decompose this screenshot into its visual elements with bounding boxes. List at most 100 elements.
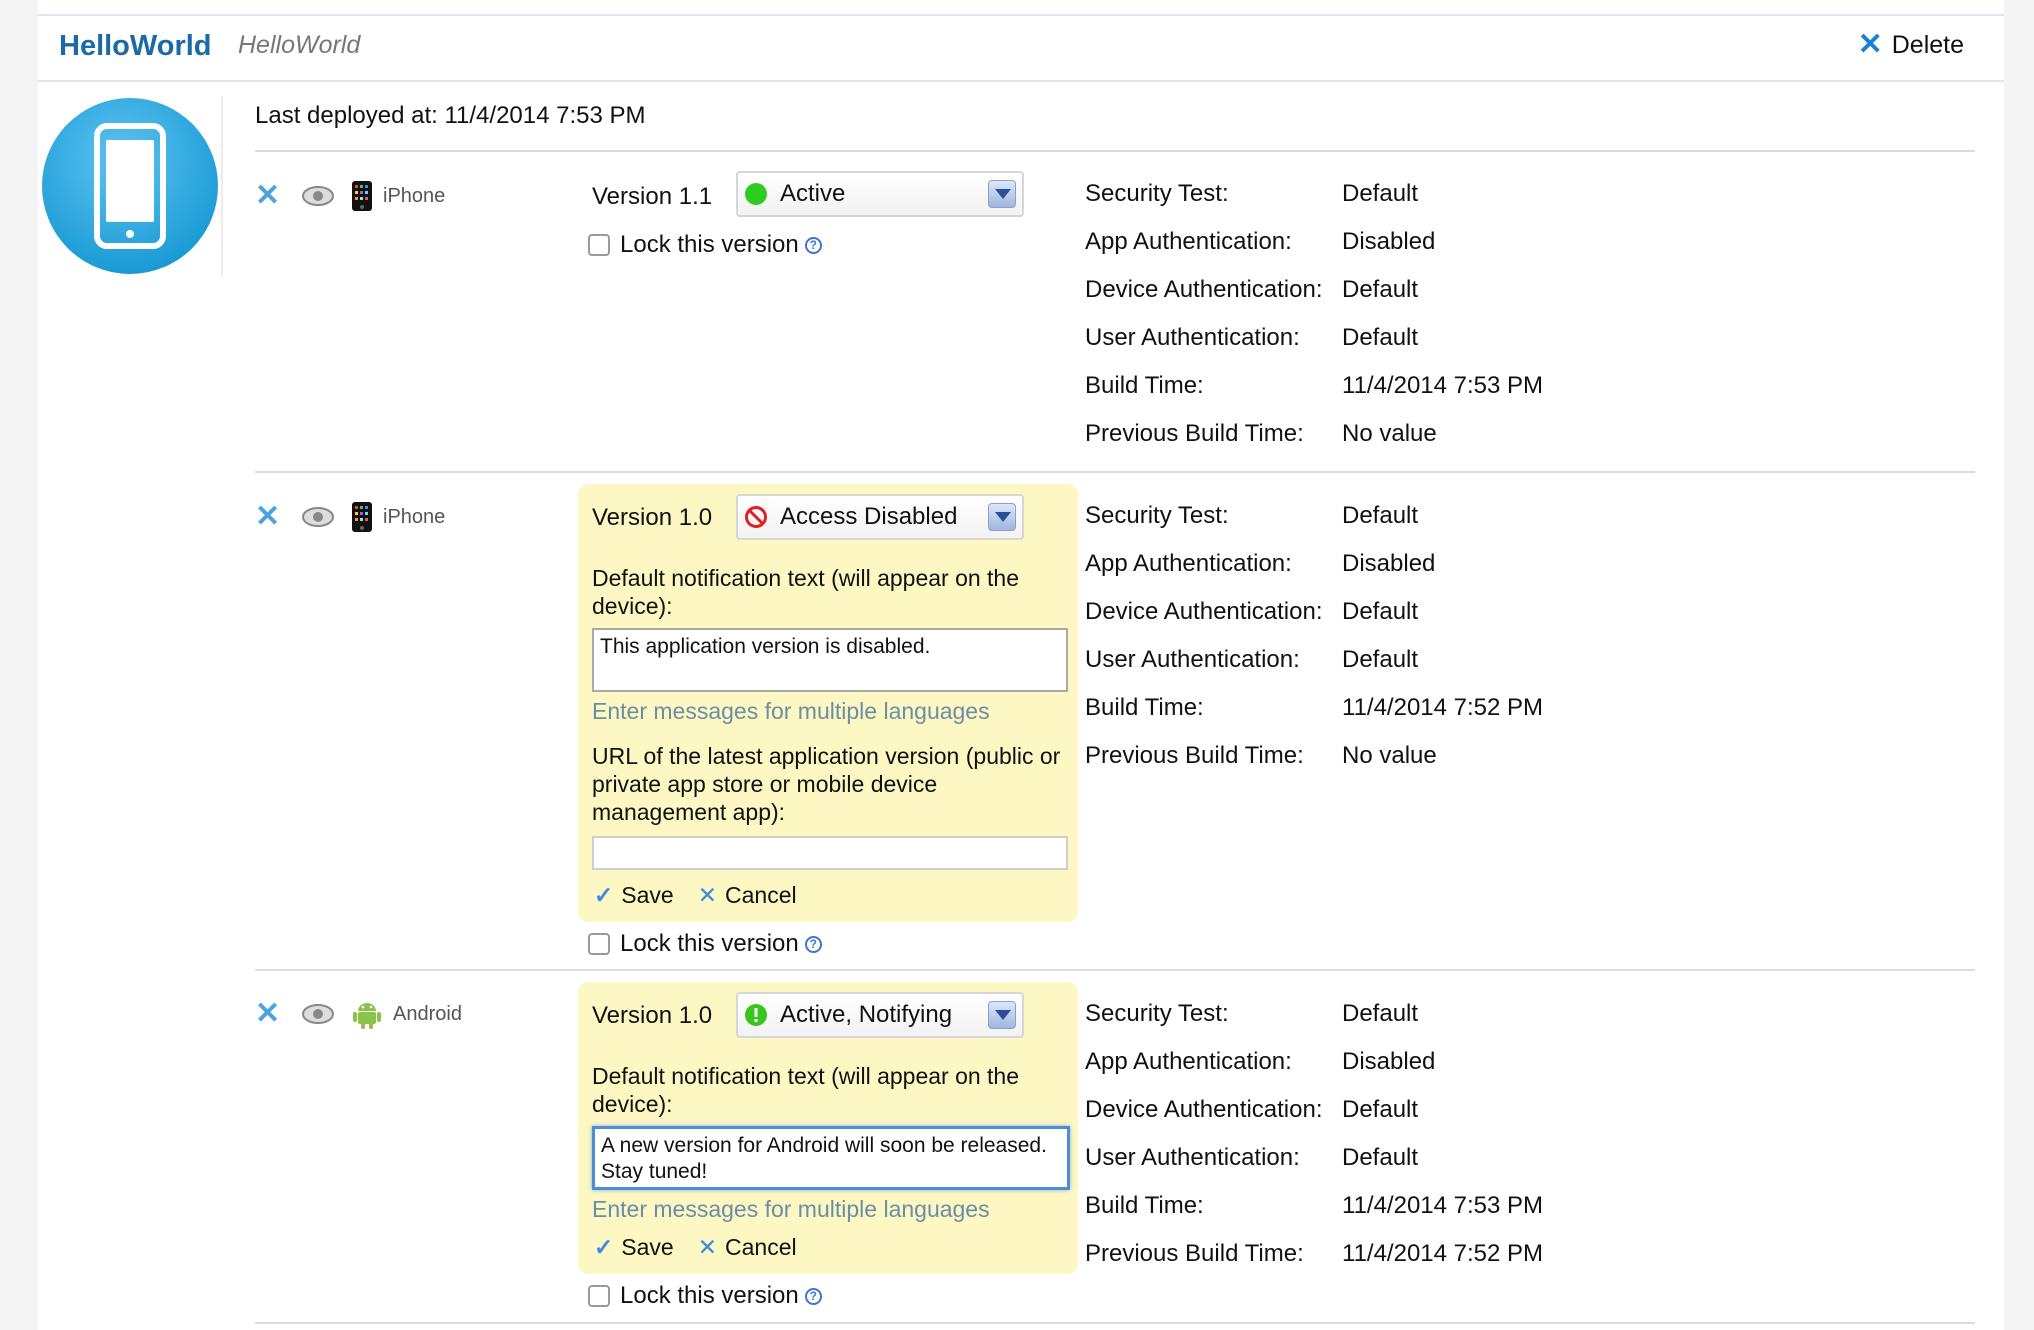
eye-icon[interactable] — [301, 506, 335, 528]
chevron-down-icon — [988, 503, 1016, 531]
prop-value: Default — [1342, 598, 1419, 625]
lock-version: Lock this version ? — [588, 231, 822, 259]
version-edit-panel: Version 1.0 Access Disabled Default noti… — [578, 484, 1078, 922]
version-label: Version 1.1 — [592, 183, 713, 210]
prop-label: Previous Build Time: — [1085, 742, 1304, 769]
prop-value: Disabled — [1342, 550, 1436, 577]
check-icon: ✓ — [594, 1234, 614, 1260]
iphone-device-icon — [352, 181, 372, 211]
divider — [255, 150, 1975, 152]
prop-value: 11/4/2014 7:53 PM — [1342, 1192, 1544, 1219]
save-button[interactable]: Save — [621, 1234, 673, 1261]
version-label: Version 1.0 — [592, 504, 713, 531]
edit-actions: ✓ Save ✕ Cancel — [594, 1234, 797, 1261]
prop-label: Build Time: — [1085, 372, 1204, 399]
prop-value: No value — [1342, 742, 1437, 769]
help-icon[interactable]: ? — [804, 236, 822, 254]
url-input[interactable] — [592, 836, 1068, 870]
notification-textarea[interactable]: This application version is disabled. — [592, 628, 1068, 692]
lock-label: Lock this version — [620, 1282, 799, 1309]
lock-version: Lock this version ? — [588, 1282, 822, 1310]
save-button[interactable]: Save — [621, 882, 673, 909]
delete-x-icon: ✕ — [1857, 28, 1883, 61]
cancel-button[interactable]: Cancel — [725, 1234, 797, 1261]
platform-label: iPhone — [383, 184, 446, 207]
prop-value: Default — [1342, 646, 1419, 673]
version-edit-panel: Version 1.0 Active, Notifying Default no… — [578, 982, 1078, 1274]
eye-icon[interactable] — [301, 1003, 335, 1025]
version-row-actions: ✕ iPhone — [255, 180, 445, 212]
cancel-x-icon: ✕ — [697, 1234, 717, 1260]
prop-label: App Authentication: — [1085, 228, 1292, 255]
prop-value: Disabled — [1342, 1048, 1436, 1075]
prop-label: Device Authentication: — [1085, 1096, 1323, 1123]
prop-label: Previous Build Time: — [1085, 1240, 1304, 1267]
multi-language-link[interactable]: Enter messages for multiple languages — [592, 698, 990, 725]
prop-label: App Authentication: — [1085, 550, 1292, 577]
lock-checkbox[interactable] — [588, 1285, 610, 1307]
lock-label: Lock this version — [620, 930, 799, 957]
lock-checkbox[interactable] — [588, 933, 610, 955]
prop-label: User Authentication: — [1085, 1144, 1300, 1171]
green-dot-icon — [745, 183, 767, 205]
lock-label: Lock this version — [620, 231, 799, 258]
no-entry-icon — [745, 506, 767, 528]
delete-label: Delete — [1891, 30, 1964, 59]
url-label: URL of the latest application version (p… — [592, 743, 1061, 825]
prop-value: Default — [1342, 180, 1419, 207]
app-panel: HelloWorld HelloWorld ✕ Delete Last depl… — [38, 0, 2004, 1330]
lock-checkbox[interactable] — [588, 234, 610, 256]
app-header: HelloWorld HelloWorld ✕ Delete — [38, 16, 2004, 82]
iphone-device-icon — [352, 502, 372, 532]
multi-language-link[interactable]: Enter messages for multiple languages — [592, 1196, 990, 1223]
remove-version-icon[interactable]: ✕ — [255, 181, 285, 211]
cancel-button[interactable]: Cancel — [725, 882, 797, 909]
help-icon[interactable]: ? — [804, 1287, 822, 1305]
prop-label: Security Test: — [1085, 1000, 1229, 1027]
status-select[interactable]: Active — [736, 171, 1024, 217]
status-value: Access Disabled — [780, 503, 958, 530]
remove-version-icon[interactable]: ✕ — [255, 999, 285, 1029]
prop-value: 11/4/2014 7:53 PM — [1342, 372, 1544, 399]
prop-label: Previous Build Time: — [1085, 420, 1304, 447]
prop-value: 11/4/2014 7:52 PM — [1342, 1240, 1544, 1267]
version-box: Version 1.1 Active Lock this version ? — [588, 165, 1098, 265]
prop-value: No value — [1342, 420, 1437, 447]
prop-label: Device Authentication: — [1085, 276, 1323, 303]
status-select[interactable]: Access Disabled — [736, 494, 1024, 540]
icon-divider — [221, 96, 223, 276]
notification-textarea[interactable]: A new version for Android will soon be r… — [592, 1126, 1070, 1190]
divider — [255, 969, 1975, 971]
prop-value: Default — [1342, 502, 1419, 529]
delete-button[interactable]: ✕ Delete — [1858, 30, 1964, 60]
status-value: Active — [780, 180, 846, 207]
app-subtitle: HelloWorld — [238, 31, 361, 59]
remove-version-icon[interactable]: ✕ — [255, 502, 285, 532]
prop-label: Build Time: — [1085, 1192, 1204, 1219]
version-row-actions: ✕ iPhone — [255, 501, 445, 533]
version-row-actions: ✕ Android — [255, 998, 462, 1030]
app-name: HelloWorld — [59, 30, 212, 62]
prop-value: Default — [1342, 1000, 1419, 1027]
status-select[interactable]: Active, Notifying — [736, 992, 1024, 1038]
prop-label: Build Time: — [1085, 694, 1204, 721]
prop-label: App Authentication: — [1085, 1048, 1292, 1075]
help-icon[interactable]: ? — [804, 935, 822, 953]
prop-label: Security Test: — [1085, 502, 1229, 529]
prop-label: User Authentication: — [1085, 646, 1300, 673]
prop-value: Default — [1342, 1096, 1419, 1123]
notification-label: Default notification text (will appear o… — [592, 1063, 1020, 1117]
chevron-down-icon — [988, 180, 1016, 208]
prop-value: 11/4/2014 7:52 PM — [1342, 694, 1544, 721]
prop-value: Disabled — [1342, 228, 1436, 255]
prop-label: Security Test: — [1085, 180, 1229, 207]
last-deployed: Last deployed at: 11/4/2014 7:53 PM — [255, 102, 646, 129]
lock-version: Lock this version ? — [588, 930, 822, 958]
cancel-x-icon: ✕ — [697, 882, 717, 908]
divider — [255, 471, 1975, 473]
app-phone-icon — [42, 98, 218, 274]
eye-icon[interactable] — [301, 185, 335, 207]
platform-label: Android — [393, 1002, 462, 1025]
prop-value: Default — [1342, 1144, 1419, 1171]
edit-actions: ✓ Save ✕ Cancel — [594, 882, 797, 909]
